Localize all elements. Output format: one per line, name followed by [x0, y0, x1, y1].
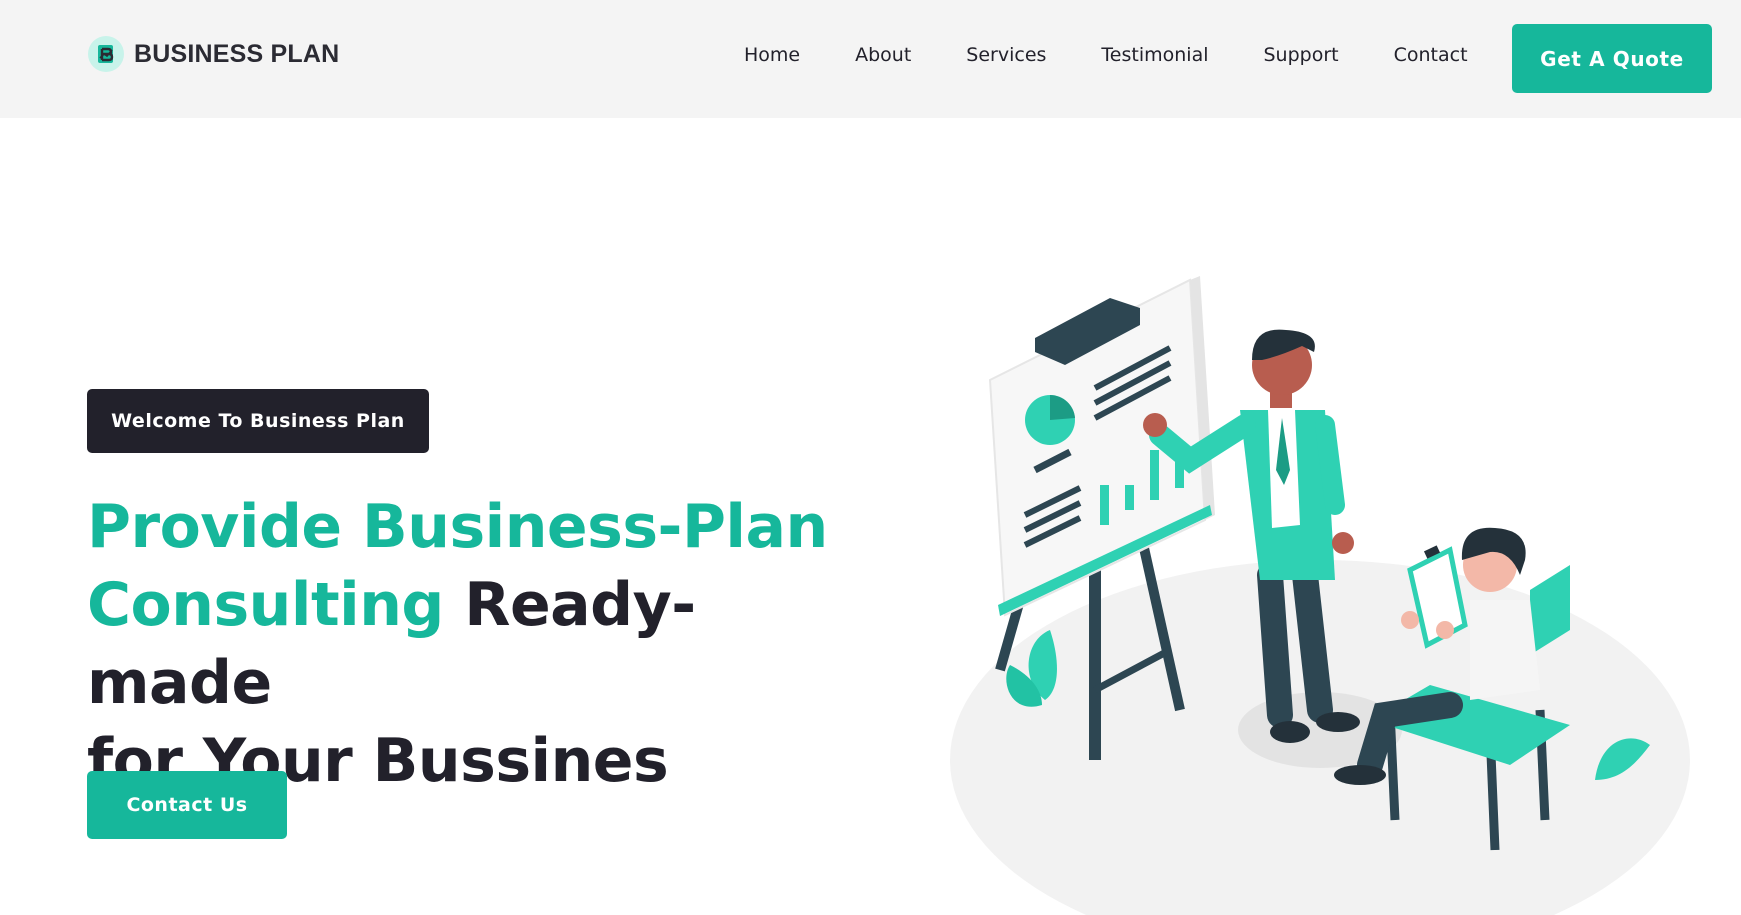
- nav-testimonial[interactable]: Testimonial: [1101, 44, 1208, 66]
- brand-name: BUSINESS PLAN: [134, 39, 340, 68]
- welcome-badge: Welcome To Business Plan: [87, 389, 429, 453]
- get-quote-button[interactable]: Get A Quote: [1512, 24, 1712, 93]
- nav-home[interactable]: Home: [744, 44, 800, 66]
- headline-accent-word: Consulting: [87, 570, 444, 640]
- business-presentation-illustration: [950, 276, 1690, 915]
- chart-logo-icon: [88, 36, 124, 72]
- nav-services[interactable]: Services: [966, 44, 1046, 66]
- headline-accent-line-1: Provide Business-Plan: [87, 492, 828, 562]
- brand-logo[interactable]: BUSINESS PLAN: [88, 36, 339, 72]
- nav-about[interactable]: About: [855, 44, 911, 66]
- nav-support[interactable]: Support: [1264, 44, 1339, 66]
- hero-headline: Provide Business-Plan Consulting Ready-m…: [87, 488, 847, 800]
- navbar: BUSINESS PLAN Home About Services Testim…: [0, 0, 1741, 118]
- contact-us-button[interactable]: Contact Us: [87, 771, 287, 839]
- main-nav: Home About Services Testimonial Support …: [744, 44, 1468, 66]
- nav-contact[interactable]: Contact: [1394, 44, 1468, 66]
